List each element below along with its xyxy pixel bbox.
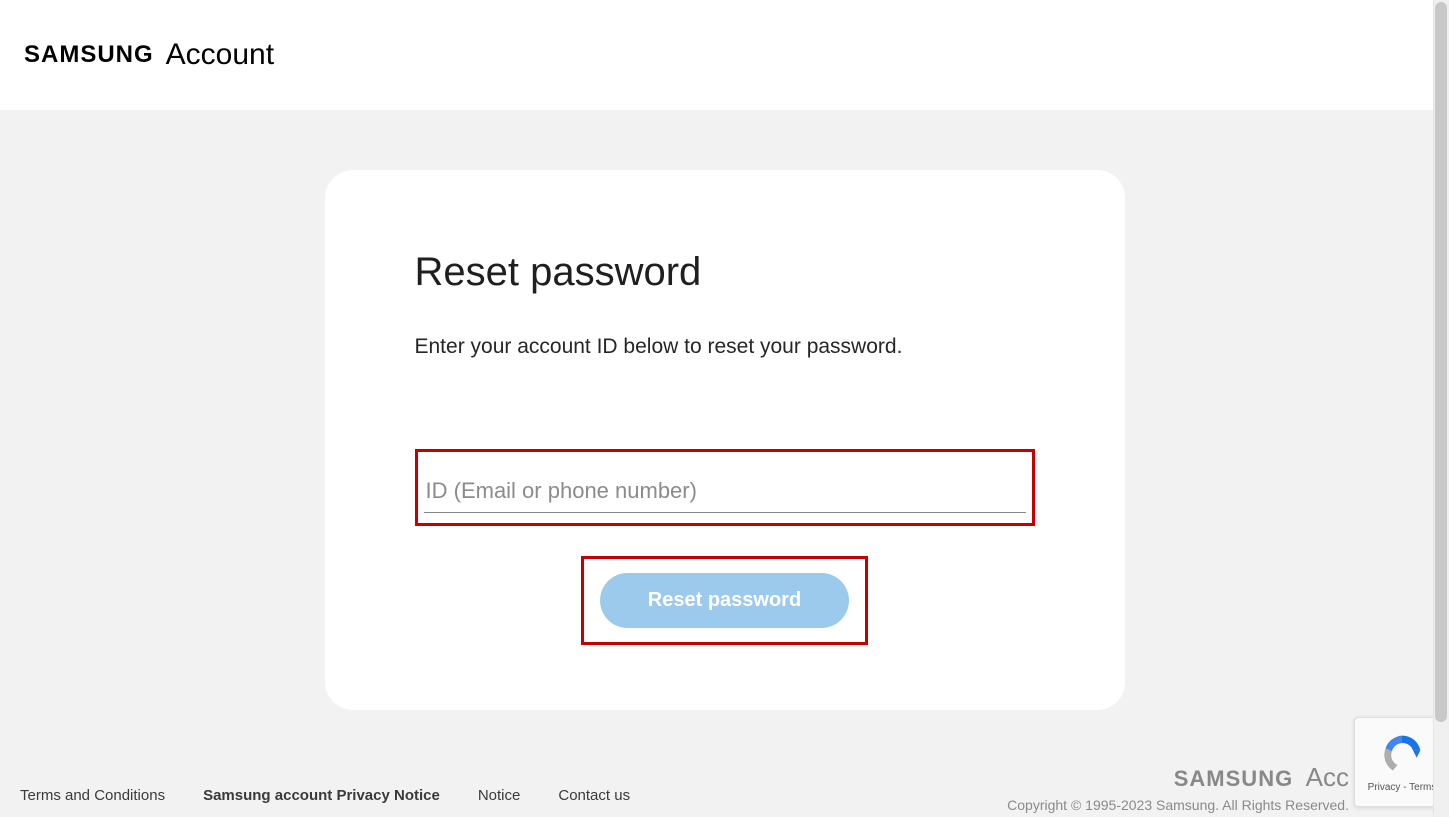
page-title: Reset password [415,250,1035,295]
product-name: Account [166,38,274,72]
page-subtitle: Enter your account ID below to reset you… [415,335,1035,359]
footer-link-notice[interactable]: Notice [478,787,521,804]
brand-logo[interactable]: SAMSUNG Account [24,38,274,72]
site-header: SAMSUNG Account [0,0,1449,110]
footer-links: Terms and Conditions Samsung account Pri… [20,787,630,804]
recaptcha-icon [1380,732,1424,776]
footer-link-privacy[interactable]: Samsung account Privacy Notice [203,787,440,804]
brand-wordmark: SAMSUNG [24,41,154,69]
account-id-input[interactable] [424,472,1026,513]
footer-brand-partial: Acc [1306,762,1349,792]
reset-button-highlight: Reset password [581,556,868,645]
scrollbar-thumb[interactable] [1435,2,1447,722]
reset-card: Reset password Enter your account ID bel… [325,170,1125,710]
footer-brand: SAMSUNG Acc [1174,762,1349,793]
recaptcha-links: Privacy - Terms [1368,782,1437,793]
main-area: Reset password Enter your account ID bel… [0,110,1449,710]
reset-password-button[interactable]: Reset password [600,573,849,628]
button-row: Reset password [415,556,1035,645]
footer-link-contact[interactable]: Contact us [558,787,630,804]
id-input-highlight [415,449,1035,526]
copyright-text: Copyright © 1995-2023 Samsung. All Right… [1007,797,1349,813]
recaptcha-privacy-link[interactable]: Privacy [1368,782,1401,793]
vertical-scrollbar[interactable] [1433,0,1449,817]
footer-brand-wordmark: SAMSUNG [1174,766,1293,792]
footer-link-terms[interactable]: Terms and Conditions [20,787,165,804]
